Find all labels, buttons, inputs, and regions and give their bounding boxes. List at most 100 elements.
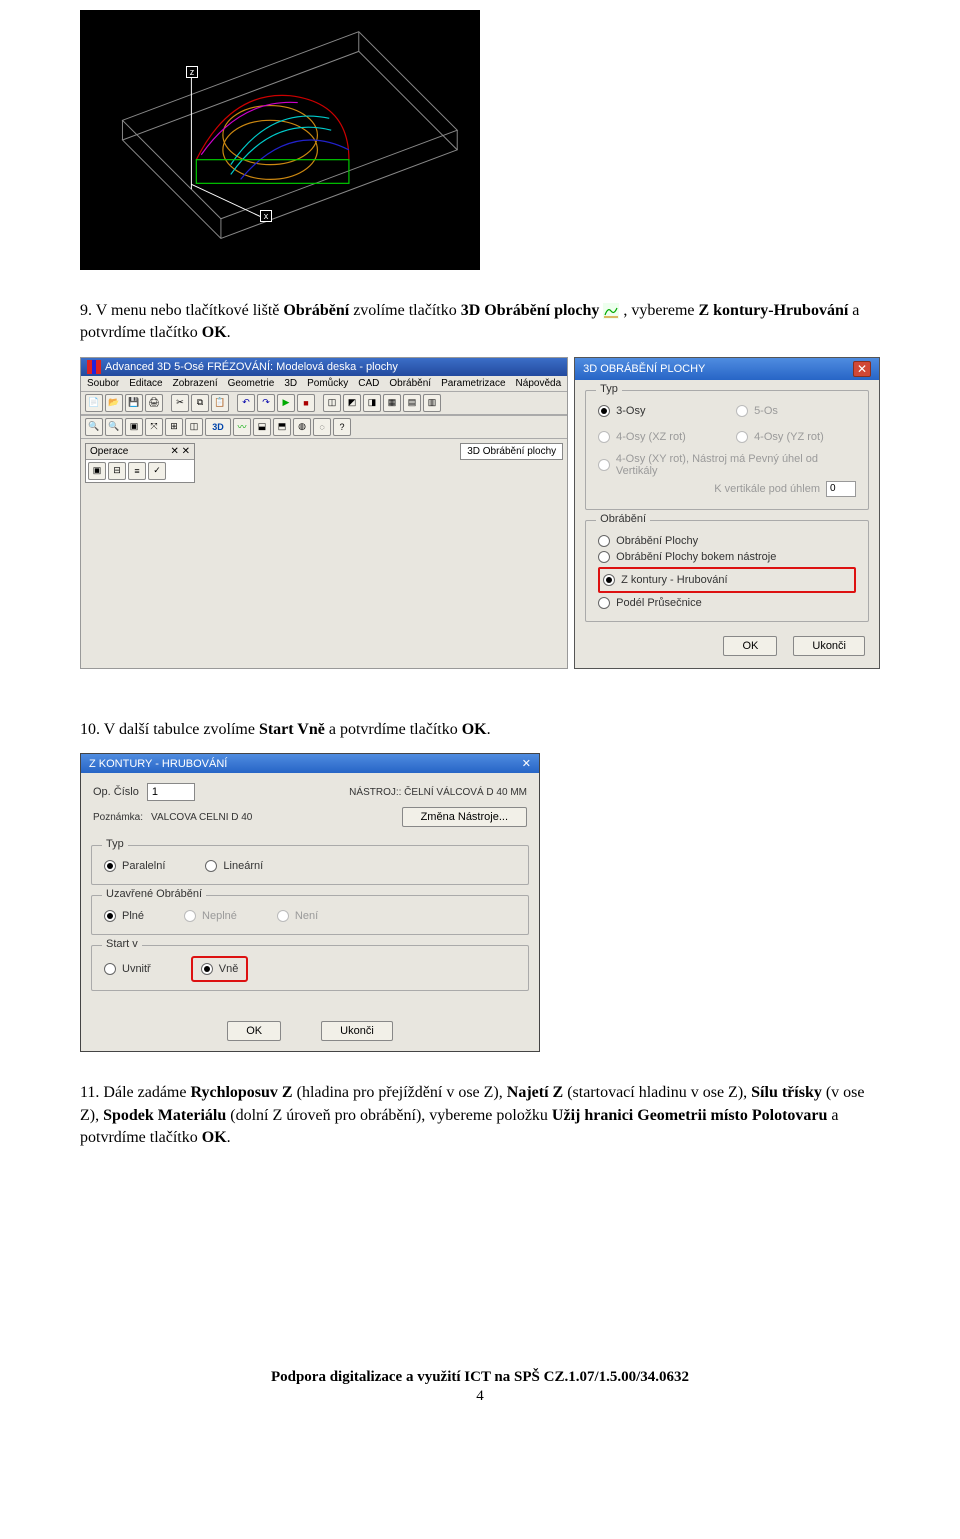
operations-panel-title: Operace bbox=[90, 446, 128, 457]
tool-new-icon[interactable]: 📄 bbox=[85, 394, 103, 412]
tool-cut-icon[interactable]: ✂ bbox=[171, 394, 189, 412]
group-uzavrene-label: Uzavřené Obrábění bbox=[102, 888, 206, 900]
menu-obrabeni[interactable]: Obrábění bbox=[389, 378, 431, 389]
tool-surface-icon[interactable]: 〰 bbox=[233, 418, 251, 436]
op-number-input[interactable] bbox=[147, 783, 195, 801]
menu-geometrie[interactable]: Geometrie bbox=[228, 378, 275, 389]
op-btn-4-icon[interactable]: ✓ bbox=[148, 462, 166, 480]
operations-panel: Operace ✕ ✕ ▣ ⊟ ≡ ✓ bbox=[85, 443, 195, 483]
tool-view2-icon[interactable]: ◩ bbox=[343, 394, 361, 412]
menu-parametrizace[interactable]: Parametrizace bbox=[441, 378, 505, 389]
tool-view1-icon[interactable]: ◫ bbox=[323, 394, 341, 412]
group-obrabeni-label: Obrábění bbox=[596, 513, 650, 525]
radio-vne[interactable]: Vně bbox=[201, 963, 239, 975]
tool-q2-icon[interactable]: 🔍 bbox=[105, 418, 123, 436]
group-startv-label: Start v bbox=[102, 938, 142, 950]
tool-mill4-icon[interactable]: ◌ bbox=[313, 418, 331, 436]
cancel-button[interactable]: Ukonči bbox=[321, 1021, 393, 1041]
dialog2-title-text: Z KONTURY - HRUBOVÁNÍ bbox=[89, 758, 227, 770]
tool-undo-icon[interactable]: ↶ bbox=[237, 394, 255, 412]
tool-mill3-icon[interactable]: ◍ bbox=[293, 418, 311, 436]
vertical-angle-input[interactable] bbox=[826, 481, 856, 497]
radio-4osy-xz[interactable]: 4-Osy (XZ rot) bbox=[598, 431, 718, 443]
tool-axes-icon[interactable]: ⤧ bbox=[145, 418, 163, 436]
dialog-z-kontury-hrubovani: Z KONTURY - HRUBOVÁNÍ ✕ Op. Číslo NÁSTRO… bbox=[80, 753, 540, 1052]
change-tool-button[interactable]: Změna Nástroje... bbox=[402, 807, 527, 827]
menu-napoveda[interactable]: Nápověda bbox=[516, 378, 562, 389]
radio-4osy-yz[interactable]: 4-Osy (YZ rot) bbox=[736, 431, 856, 443]
tool-run-icon[interactable]: ▶ bbox=[277, 394, 295, 412]
app-titlebar: Advanced 3D 5-Osé FRÉZOVÁNÍ: Modelová de… bbox=[81, 358, 567, 376]
axis-z-label: z bbox=[186, 66, 198, 78]
radio-paralelni[interactable]: Paralelní bbox=[104, 860, 165, 872]
tool-view4-icon[interactable]: ▦ bbox=[383, 394, 401, 412]
radio-obrabeni-plochy[interactable]: Obrábění Plochy bbox=[598, 535, 856, 547]
tool-print-icon[interactable]: 🖨 bbox=[145, 394, 163, 412]
tool-view3-icon[interactable]: ◨ bbox=[363, 394, 381, 412]
tool-save-icon[interactable]: 💾 bbox=[125, 394, 143, 412]
cancel-button[interactable]: Ukonči bbox=[793, 636, 865, 656]
instruction-9: 9. V menu nebo tlačítkové liště Obrábění… bbox=[80, 300, 880, 345]
radio-linearni[interactable]: Lineární bbox=[205, 860, 263, 872]
tool-help-icon[interactable]: ? bbox=[333, 418, 351, 436]
vertical-angle-label: K vertikále pod úhlem bbox=[714, 483, 820, 495]
op-btn-1-icon[interactable]: ▣ bbox=[88, 462, 106, 480]
radio-4osy-xy[interactable]: 4-Osy (XY rot), Nástroj má Pevný úhel od… bbox=[598, 453, 856, 477]
tool-view5-icon[interactable]: ▤ bbox=[403, 394, 421, 412]
radio-podel-prusecnice[interactable]: Podél Průsečnice bbox=[598, 597, 856, 609]
radio-3osy[interactable]: 3-Osy bbox=[598, 405, 718, 417]
surface-machining-icon bbox=[603, 303, 619, 319]
op-number-label: Op. Číslo bbox=[93, 786, 139, 798]
close-icon[interactable]: ✕ bbox=[522, 757, 531, 770]
menu-cad[interactable]: CAD bbox=[358, 378, 379, 389]
group-typ2-label: Typ bbox=[102, 838, 128, 850]
menu-editace[interactable]: Editace bbox=[129, 378, 162, 389]
app-window-strip: Advanced 3D 5-Osé FRÉZOVÁNÍ: Modelová de… bbox=[80, 357, 568, 669]
menu-3d[interactable]: 3D bbox=[284, 378, 297, 389]
tool-cube-icon[interactable]: ▣ bbox=[125, 418, 143, 436]
toolbar-row-1: 📄 📂 💾 🖨 ✂ ⧉ 📋 ↶ ↷ ▶ ■ ◫ ◩ ◨ ▦ ▤ ▥ bbox=[81, 391, 567, 415]
tool-redo-icon[interactable]: ↷ bbox=[257, 394, 275, 412]
menu-zobrazeni[interactable]: Zobrazení bbox=[173, 378, 218, 389]
instruction-10: 10. V další tabulce zvolíme Start Vně a … bbox=[80, 719, 880, 741]
ok-button[interactable]: OK bbox=[227, 1021, 281, 1041]
axis-x-label: x bbox=[260, 210, 272, 222]
ok-button[interactable]: OK bbox=[723, 636, 777, 656]
tool-grid-icon[interactable]: ⊞ bbox=[165, 418, 183, 436]
panel-controls-icon[interactable]: ✕ ✕ bbox=[170, 446, 190, 457]
tool-mill2-icon[interactable]: ⬒ bbox=[273, 418, 291, 436]
dialog-3d-machining-surface: 3D OBRÁBĚNÍ PLOCHY ✕ Typ 3-Osy 5-Os 4-Os… bbox=[574, 357, 880, 669]
menu-soubor[interactable]: Soubor bbox=[87, 378, 119, 389]
tool-name-label: NÁSTROJ:: ČELNÍ VÁLCOVÁ D 40 MM bbox=[349, 787, 527, 798]
cad-3d-render-image: z x bbox=[80, 10, 480, 270]
op-btn-2-icon[interactable]: ⊟ bbox=[108, 462, 126, 480]
footer-project-line: Podpora digitalizace a využití ICT na SP… bbox=[271, 1369, 689, 1386]
active-op-tab[interactable]: 3D Obrábění plochy bbox=[460, 443, 563, 460]
tool-mill1-icon[interactable]: ⬓ bbox=[253, 418, 271, 436]
tool-open-icon[interactable]: 📂 bbox=[105, 394, 123, 412]
tool-view6-icon[interactable]: ▥ bbox=[423, 394, 441, 412]
page-number: 4 bbox=[476, 1388, 484, 1405]
op-btn-3-icon[interactable]: ≡ bbox=[128, 462, 146, 480]
dialog-title-text: 3D OBRÁBĚNÍ PLOCHY bbox=[583, 363, 705, 375]
note-label: Poznámka: bbox=[93, 812, 143, 823]
radio-neni[interactable]: Není bbox=[277, 910, 318, 922]
radio-5os[interactable]: 5-Os bbox=[736, 405, 856, 417]
radio-uvnitr[interactable]: Uvnitř bbox=[104, 960, 151, 978]
close-icon[interactable]: ✕ bbox=[853, 361, 871, 377]
menu-pomucky[interactable]: Pomůcky bbox=[307, 378, 348, 389]
tool-paste-icon[interactable]: 📋 bbox=[211, 394, 229, 412]
app-title-text: Advanced 3D 5-Osé FRÉZOVÁNÍ: Modelová de… bbox=[105, 361, 398, 373]
tool-copy-icon[interactable]: ⧉ bbox=[191, 394, 209, 412]
tool-search-icon[interactable]: 🔍 bbox=[85, 418, 103, 436]
app-menubar[interactable]: Soubor Editace Zobrazení Geometrie 3D Po… bbox=[81, 376, 567, 391]
tool-plane-icon[interactable]: ◫ bbox=[185, 418, 203, 436]
tool-stop-icon[interactable]: ■ bbox=[297, 394, 315, 412]
radio-z-kontury-highlight: Z kontury - Hrubování bbox=[598, 567, 856, 593]
radio-vne-highlight: Vně bbox=[191, 956, 249, 982]
radio-z-kontury-hrubovani[interactable]: Z kontury - Hrubování bbox=[603, 574, 851, 586]
radio-obrabeni-bokem[interactable]: Obrábění Plochy bokem nástroje bbox=[598, 551, 856, 563]
radio-plne[interactable]: Plné bbox=[104, 910, 144, 922]
tool-3d-label-icon[interactable]: 3D bbox=[205, 418, 231, 436]
radio-neplne[interactable]: Neplné bbox=[184, 910, 237, 922]
